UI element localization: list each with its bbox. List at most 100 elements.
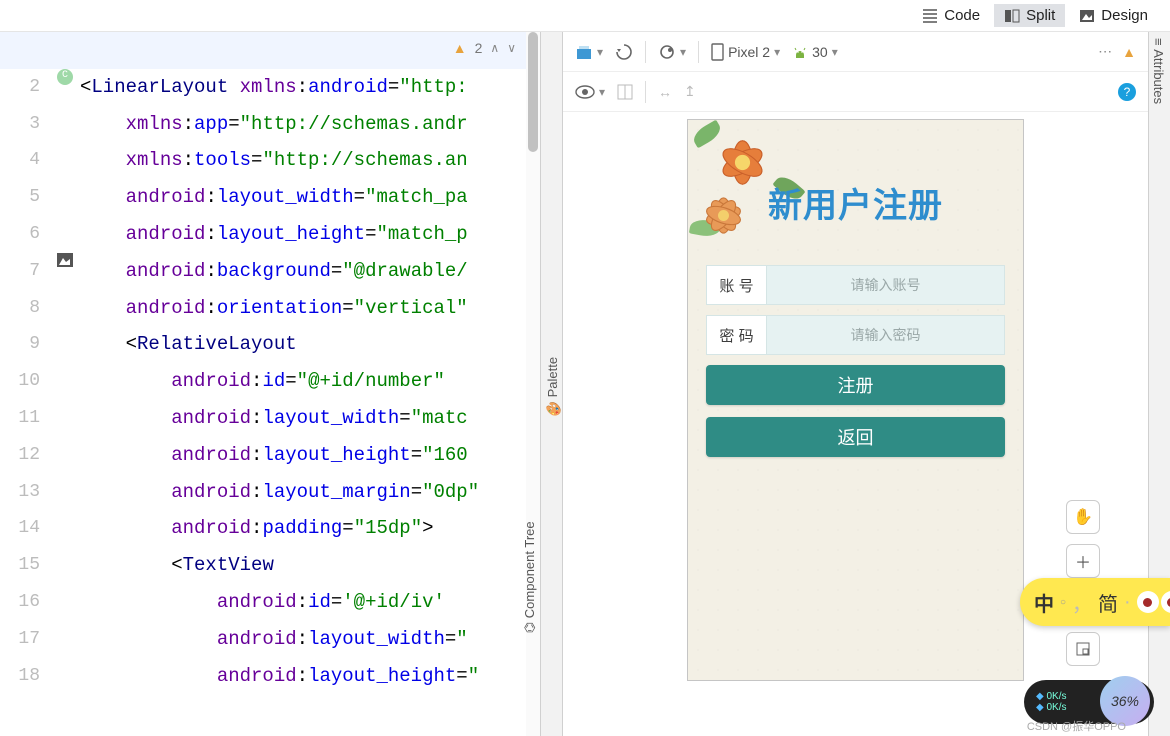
code-line[interactable]: 17 android:layout_width=" xyxy=(0,621,540,658)
register-button[interactable]: 注册 xyxy=(706,365,1005,405)
code-text: xmlns:tools="http://schemas.an xyxy=(80,142,540,179)
line-number: 6 xyxy=(0,216,50,253)
line-number: 16 xyxy=(0,584,50,621)
design-toolbar-sub: ▾ ↔ ↥ ? xyxy=(563,72,1148,112)
scroll-thumb[interactable] xyxy=(528,32,538,152)
palette-tab[interactable]: 🎨 Palette xyxy=(543,351,562,423)
api-selector[interactable]: 30▾ xyxy=(792,44,838,60)
line-number: 18 xyxy=(0,658,50,695)
design-pane: ▾ ▾ Pixel 2▾ 30▾ ⋯ ▲ ▾ xyxy=(562,32,1148,736)
line-number: 11 xyxy=(0,400,50,437)
password-input[interactable]: 请输入密码 xyxy=(767,325,1004,345)
night-mode-icon[interactable]: ▾ xyxy=(658,43,686,61)
code-lines: 1<?xml version="1.0" encod2C<LinearLayou… xyxy=(0,32,540,694)
class-gutter-icon: C xyxy=(57,69,73,85)
warning-icon[interactable]: ▲ xyxy=(1122,44,1136,60)
code-line[interactable]: 13 android:layout_margin="0dp" xyxy=(0,474,540,511)
code-text: android:layout_height="match_p xyxy=(80,216,540,253)
image-gutter-icon xyxy=(57,253,73,267)
password-label: 密 码 xyxy=(707,316,767,354)
line-number: 2 xyxy=(0,69,50,106)
tab-code[interactable]: Code xyxy=(912,4,990,27)
line-number: 5 xyxy=(0,179,50,216)
palette-icon: 🎨 xyxy=(545,401,560,417)
code-line[interactable]: 6 android:layout_height="match_p xyxy=(0,216,540,253)
zoom-in-tool[interactable]: ＋ xyxy=(1066,544,1100,578)
line-number: 3 xyxy=(0,106,50,143)
attributes-tab-panel: ≡ Attributes xyxy=(1148,32,1170,736)
component-tree-tab[interactable]: ⌬ Component Tree xyxy=(520,515,539,639)
line-number: 4 xyxy=(0,142,50,179)
line-number: 12 xyxy=(0,437,50,474)
ime-lang: 中 xyxy=(1034,588,1054,617)
code-line[interactable]: 5 android:layout_width="match_pa xyxy=(0,179,540,216)
code-line[interactable]: 18 android:layout_height=" xyxy=(0,658,540,695)
account-input[interactable]: 请输入账号 xyxy=(767,275,1004,295)
pan-tool[interactable]: ✋ xyxy=(1066,500,1100,534)
register-title: 新用户注册 xyxy=(688,178,1023,227)
line-number: 15 xyxy=(0,547,50,584)
code-line[interactable]: 10 android:id="@+id/number" xyxy=(0,363,540,400)
line-number: 13 xyxy=(0,474,50,511)
split-icon xyxy=(1004,8,1020,24)
chevron-down-icon[interactable]: ∨ xyxy=(507,41,516,55)
code-line[interactable]: 9 <RelativeLayout xyxy=(0,326,540,363)
attributes-tab[interactable]: ≡ Attributes xyxy=(1149,32,1168,110)
code-text: android:layout_margin="0dp" xyxy=(80,474,540,511)
watermark: CSDN @振华OPPO xyxy=(1027,718,1126,734)
code-text: android:orientation="vertical" xyxy=(80,290,540,327)
inspection-bar: ▲ 2 ∧ ∨ xyxy=(453,40,516,56)
warning-count: 2 xyxy=(475,40,483,56)
device-selector[interactable]: Pixel 2▾ xyxy=(711,43,780,61)
lines-icon xyxy=(922,8,938,24)
code-text: android:background="@drawable/ xyxy=(80,253,540,290)
tab-split[interactable]: Split xyxy=(994,4,1065,27)
code-line[interactable]: 16 android:id='@+id/iv' xyxy=(0,584,540,621)
tree-icon: ⌬ xyxy=(522,622,537,633)
tab-split-label: Split xyxy=(1026,7,1055,24)
code-line[interactable]: 15 <TextView xyxy=(0,547,540,584)
design-toolbar-top: ▾ ▾ Pixel 2▾ 30▾ ⋯ ▲ xyxy=(563,32,1148,72)
code-line[interactable]: 4 xmlns:tools="http://schemas.an xyxy=(0,142,540,179)
surface-icon[interactable]: ▾ xyxy=(575,43,603,61)
ime-mode: 简 xyxy=(1098,588,1118,617)
line-number: 7 xyxy=(0,253,50,290)
tab-design[interactable]: Design xyxy=(1069,4,1158,27)
line-number: 9 xyxy=(0,326,50,363)
code-text: android:layout_height=" xyxy=(80,658,540,695)
resize-v-icon[interactable]: ↥ xyxy=(684,83,696,100)
code-line[interactable]: 3 xmlns:app="http://schemas.andr xyxy=(0,106,540,143)
fit-tool[interactable] xyxy=(1066,632,1100,666)
code-line[interactable]: 11 android:layout_width="matc xyxy=(0,400,540,437)
tab-code-label: Code xyxy=(944,7,980,24)
mascot-eyes-icon xyxy=(1137,591,1170,613)
ime-indicator[interactable]: 中 ○ ， 简 · xyxy=(1020,578,1170,626)
code-line[interactable]: 14 android:padding="15dp"> xyxy=(0,510,540,547)
code-line[interactable]: 12 android:layout_height="160 xyxy=(0,437,540,474)
code-text: android:layout_width="match_pa xyxy=(80,179,540,216)
code-text: android:id="@+id/number" xyxy=(80,363,540,400)
line-number: 10 xyxy=(0,363,50,400)
sliders-icon: ≡ xyxy=(1151,38,1166,46)
orientation-icon[interactable] xyxy=(615,43,633,61)
phone-preview: 新用户注册 账 号 请输入账号 密 码 请输入密码 注册 返回 xyxy=(688,120,1023,680)
more-icon[interactable]: ⋯ xyxy=(1098,43,1114,60)
blueprint-icon[interactable] xyxy=(617,84,633,100)
line-number: 14 xyxy=(0,510,50,547)
code-text: android:id='@+id/iv' xyxy=(80,584,540,621)
code-line[interactable]: 2C<LinearLayout xmlns:android="http: xyxy=(0,69,540,106)
chevron-up-icon[interactable]: ∧ xyxy=(490,41,499,55)
back-button[interactable]: 返回 xyxy=(706,417,1005,457)
code-line[interactable]: 8 android:orientation="vertical" xyxy=(0,290,540,327)
eye-icon[interactable]: ▾ xyxy=(575,85,605,99)
code-text: android:layout_height="160 xyxy=(80,437,540,474)
help-icon[interactable]: ? xyxy=(1118,83,1136,101)
code-editor[interactable]: 1<?xml version="1.0" encod2C<LinearLayou… xyxy=(0,32,540,736)
warning-icon: ▲ xyxy=(453,40,467,56)
resize-h-icon[interactable]: ↔ xyxy=(658,84,672,100)
image-icon xyxy=(1079,8,1095,24)
device-canvas[interactable]: 新用户注册 账 号 请输入账号 密 码 请输入密码 注册 返回 xyxy=(563,112,1148,736)
code-text: android:layout_width=" xyxy=(80,621,540,658)
tab-design-label: Design xyxy=(1101,7,1148,24)
code-line[interactable]: 7 android:background="@drawable/ xyxy=(0,253,540,290)
